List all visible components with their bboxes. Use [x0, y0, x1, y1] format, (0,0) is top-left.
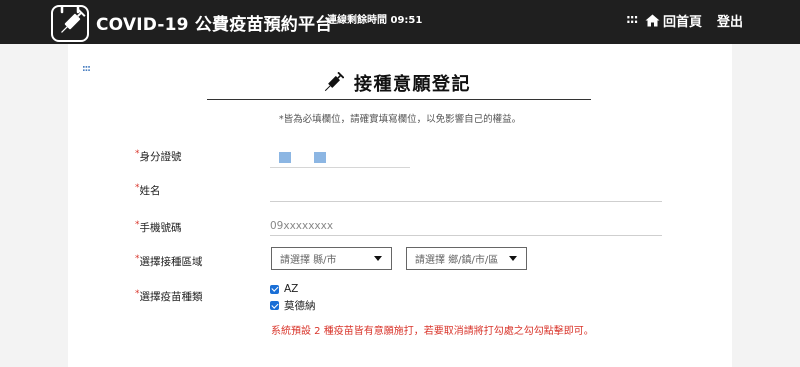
top-navbar: COVID-19 公費疫苗預約平台 連線剩餘時間 09:51 ::: 回首頁 登… [0, 0, 800, 44]
phone-input[interactable] [270, 216, 662, 236]
id-field-label: *身分證號 [135, 149, 182, 163]
home-link-label: 回首頁 [663, 15, 703, 30]
page-title: 接種意願登記 [354, 74, 471, 95]
district-select-value: 請選擇 鄉/鎮/市/區 [415, 255, 499, 266]
az-label: AZ [284, 283, 299, 295]
home-icon [645, 14, 660, 27]
syringe-icon [324, 72, 344, 92]
phone-field-label: *手機號碼 [135, 220, 182, 234]
moderna-checkbox[interactable] [270, 301, 279, 310]
side-menu-dots-icon[interactable]: ::: [82, 64, 91, 74]
menu-dots-icon[interactable]: ::: [626, 12, 638, 26]
vaccine-default-note: 系統預設 2 種疫苗皆有意願施打，若要取消請將打勾處之勾勾點擊即可。 [271, 326, 594, 337]
az-checkbox[interactable] [270, 284, 279, 294]
region-field-label: *選擇接種區域 [135, 254, 203, 268]
city-select[interactable]: 請選擇 縣/市 [271, 247, 392, 270]
home-link[interactable]: 回首頁 [645, 11, 702, 30]
chevron-down-icon [509, 256, 517, 261]
moderna-label: 莫德納 [284, 300, 316, 312]
city-select-value: 請選擇 縣/市 [280, 255, 337, 266]
masked-id-value [314, 152, 326, 163]
vaccine-option-az[interactable]: AZ [270, 283, 298, 295]
logout-link[interactable]: 登出 [717, 11, 743, 30]
chevron-down-icon [374, 256, 382, 261]
brand-title[interactable]: COVID-19 公費疫苗預約平台 [96, 10, 332, 35]
masked-id-value [279, 152, 291, 163]
vaccine-field-label: *選擇疫苗種類 [135, 289, 203, 303]
name-field-label: *姓名 [135, 183, 161, 197]
session-timer: 連線剩餘時間 09:51 [327, 15, 423, 26]
district-select[interactable]: 請選擇 鄉/鎮/市/區 [406, 247, 527, 270]
id-field-underline [270, 167, 410, 168]
syringe-calendar-icon[interactable] [51, 5, 89, 42]
vaccine-option-moderna[interactable]: 莫德納 [270, 298, 316, 313]
name-input[interactable] [270, 182, 662, 202]
title-divider [207, 99, 591, 100]
required-note: *皆為必填欄位，請確實填寫欄位，以免影響自己的權益。 [278, 114, 522, 125]
page-heading: 接種意願登記 [322, 70, 471, 96]
